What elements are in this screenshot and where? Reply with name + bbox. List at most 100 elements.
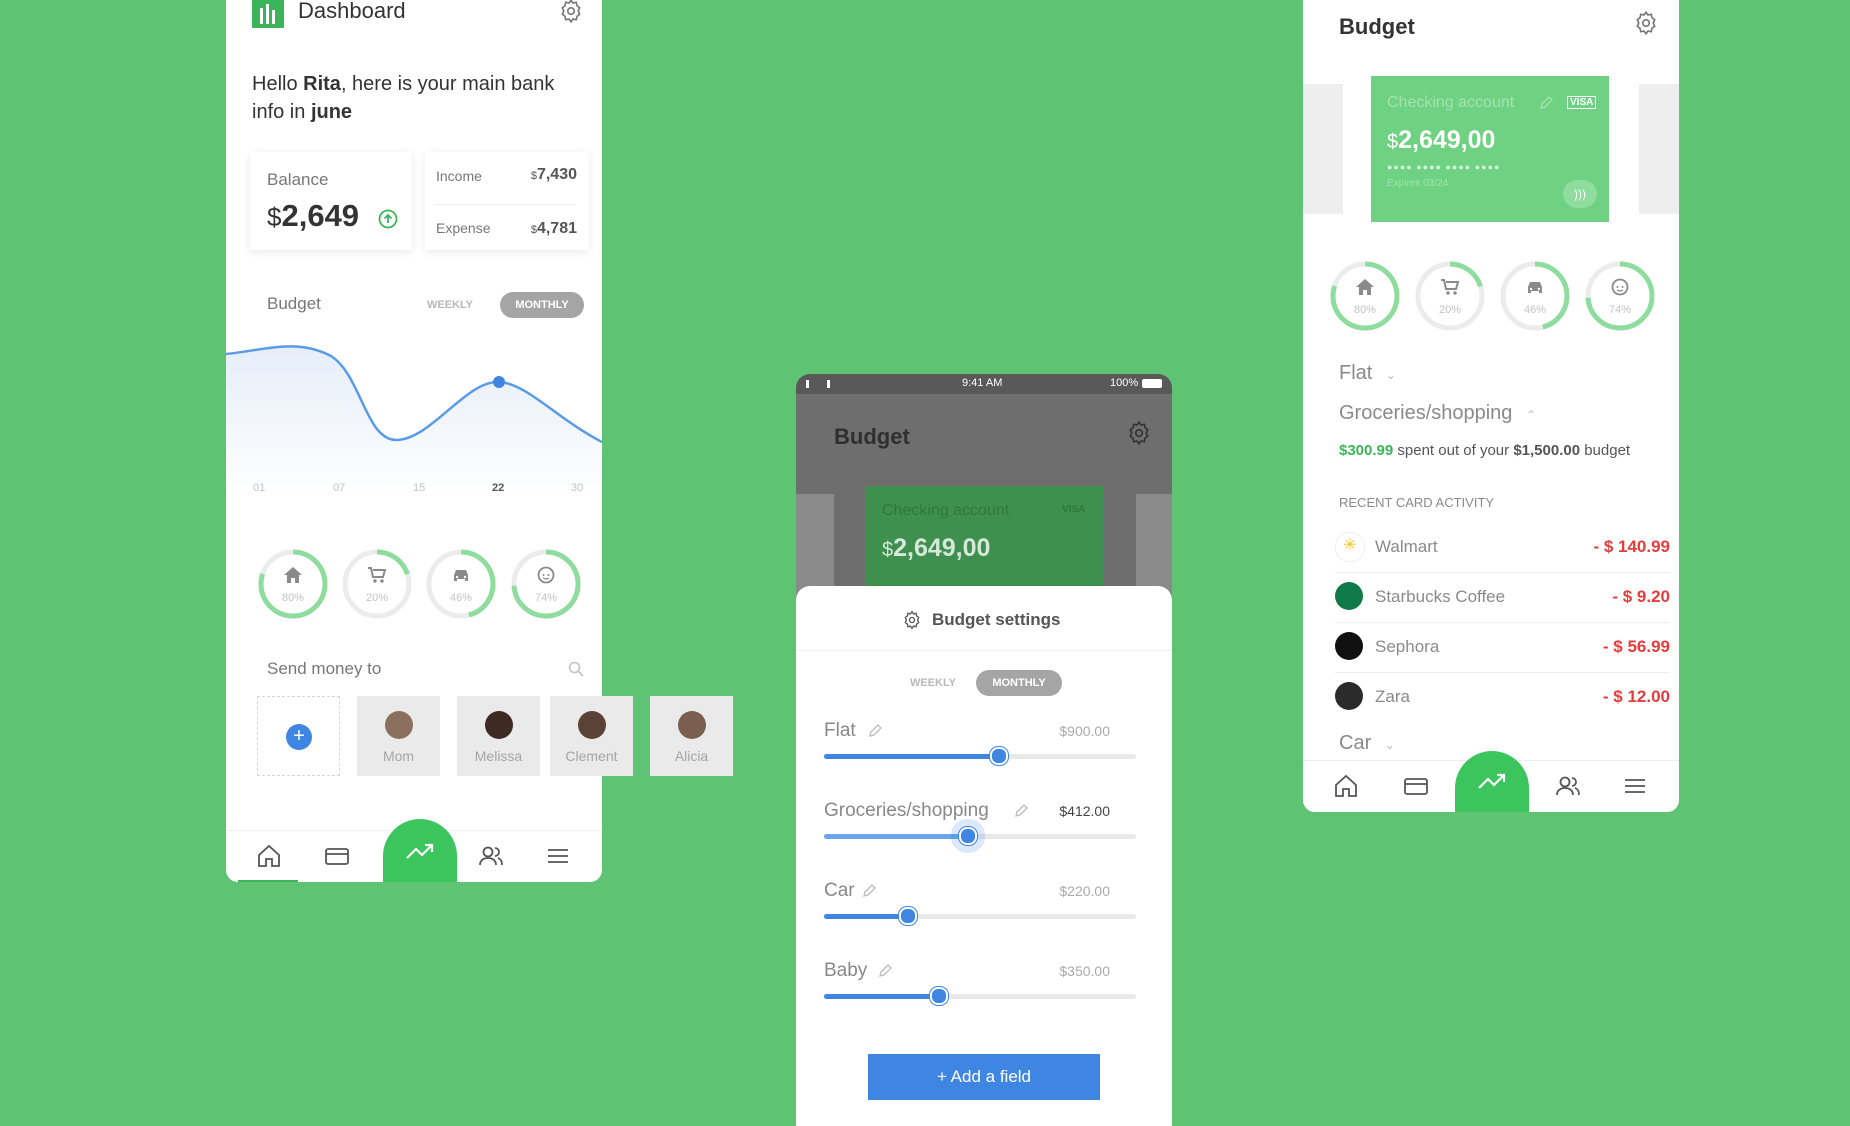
card-peek-right[interactable] (1639, 84, 1679, 214)
cart-icon (1440, 278, 1460, 296)
chart-point-highlight[interactable] (493, 376, 505, 388)
contact-card[interactable]: Mom (357, 696, 440, 776)
slider-handle[interactable] (989, 747, 1008, 765)
add-field-button[interactable]: + Add a field (868, 1054, 1100, 1100)
balance-card: Balance $2,649 (250, 152, 412, 250)
page-title: Dashboard (298, 0, 406, 23)
budget-line-chart (226, 345, 602, 500)
category-flat[interactable]: Flat ⌄ (1339, 362, 1396, 385)
field-amount: $350.00 (1059, 963, 1110, 979)
contact-card[interactable]: Alicia (650, 696, 733, 776)
category-ring-home[interactable]: 80% (1329, 260, 1401, 332)
category-ring-home[interactable]: 80% (257, 548, 329, 620)
trend-up-icon (1477, 771, 1507, 791)
balance-label: Balance (267, 170, 329, 189)
day-tick: 22 (492, 482, 505, 494)
budget-settings-screen: 9:41 AM 100% Budget Checking account VIS… (796, 374, 1172, 1126)
baby-icon (1610, 278, 1630, 296)
contact-card[interactable]: Clement (550, 696, 633, 776)
nav-card-icon[interactable] (1403, 776, 1429, 796)
balance-value: 2,649 (281, 198, 360, 233)
page-title: Budget (1339, 14, 1415, 39)
arrow-up-icon (378, 209, 398, 229)
pencil-icon[interactable] (862, 884, 876, 898)
day-tick: 15 (413, 482, 426, 494)
gear-icon[interactable] (558, 0, 584, 24)
card-balance: $2,649,00 (882, 534, 991, 562)
card-peek-left[interactable] (1303, 84, 1343, 214)
contact-card[interactable]: Melissa (457, 696, 540, 776)
status-battery: 100% (1110, 377, 1139, 389)
category-car[interactable]: Car ⌄ (1339, 732, 1395, 755)
trend-up-icon (405, 841, 435, 861)
add-contact-button[interactable]: + (257, 696, 340, 776)
activity-row[interactable]: Sephora - $ 56.99 (1335, 622, 1670, 673)
gear-icon[interactable] (1633, 10, 1659, 36)
slider-fill (824, 914, 909, 919)
category-ring-baby[interactable]: 74% (1584, 260, 1656, 332)
day-tick: 30 (571, 482, 584, 494)
budget-field: Car $220.00 (824, 880, 1136, 930)
car-icon (451, 566, 471, 584)
nav-home-icon[interactable] (256, 844, 282, 868)
card-number: ●●●● ●●●● ●●●● ●●●● (1387, 162, 1501, 172)
slider-handle[interactable] (899, 907, 918, 925)
home-icon (1355, 278, 1375, 296)
activity-row[interactable]: Zara - $ 12.00 (1335, 672, 1670, 722)
plus-icon: + (286, 724, 312, 750)
nav-stats-button[interactable] (383, 819, 457, 882)
nav-card-icon[interactable] (324, 846, 350, 866)
dashboard-screen: Dashboard Hello Rita, here is your main … (226, 0, 602, 882)
sheet-title: Budget settings (932, 610, 1061, 629)
chevron-down-icon: ⌄ (1385, 368, 1396, 382)
budget-label: Budget (267, 294, 321, 313)
pencil-icon[interactable] (878, 964, 892, 978)
category-groceries[interactable]: Groceries/shopping ⌃ (1339, 402, 1536, 425)
nav-home-icon[interactable] (1333, 774, 1359, 798)
weekly-toggle[interactable]: WEEKLY (414, 292, 486, 318)
car-icon (1525, 278, 1545, 296)
slider-handle[interactable] (930, 987, 949, 1005)
status-time: 9:41 AM (962, 377, 1003, 389)
nav-menu-icon[interactable] (1623, 777, 1647, 795)
pencil-icon[interactable] (868, 724, 882, 738)
weekly-toggle[interactable]: WEEKLY (898, 670, 968, 696)
walmart-logo: ✳ (1335, 532, 1365, 562)
slider-fill (824, 994, 940, 999)
nav-stats-button[interactable] (1455, 751, 1529, 812)
nav-menu-icon[interactable] (546, 847, 570, 865)
gear-icon[interactable] (1126, 420, 1152, 446)
category-ring-car[interactable]: 46% (425, 548, 497, 620)
card-label: Checking account (882, 502, 1010, 519)
signal-icon (806, 380, 830, 388)
page-title: Budget (834, 424, 910, 449)
spend-summary: $300.99 spent out of your $1,500.00 budg… (1339, 442, 1631, 459)
activity-row[interactable]: Starbucks Coffee - $ 9.20 (1335, 572, 1670, 623)
budget-settings-sheet: Budget settings WEEKLY MONTHLY Flat $900… (796, 586, 1172, 1126)
sephora-logo (1335, 632, 1363, 660)
field-name: Groceries/shopping (824, 800, 989, 821)
field-amount: $220.00 (1059, 883, 1110, 899)
search-icon[interactable] (568, 661, 584, 677)
account-card[interactable]: Checking account VISA $2,649,00 ●●●● ●●●… (1371, 76, 1609, 222)
monthly-toggle[interactable]: MONTHLY (976, 670, 1062, 696)
category-ring-car[interactable]: 46% (1499, 260, 1571, 332)
field-name: Flat (824, 720, 856, 741)
bottom-nav (226, 819, 602, 882)
pencil-icon[interactable] (1014, 804, 1028, 818)
activity-row[interactable]: ✳ Walmart - $ 140.99 (1335, 522, 1670, 573)
category-ring-baby[interactable]: 74% (510, 548, 582, 620)
slider-handle[interactable] (958, 827, 977, 845)
settings-gear-icon (902, 610, 922, 630)
pencil-icon[interactable] (1539, 96, 1553, 110)
expense-label: Expense (436, 220, 491, 236)
monthly-toggle[interactable]: MONTHLY (500, 292, 584, 318)
category-ring-shopping[interactable]: 20% (341, 548, 413, 620)
card-brand: VISA (1062, 504, 1086, 515)
send-money-label: Send money to (267, 659, 382, 678)
avatar (385, 711, 413, 739)
nav-people-icon[interactable] (478, 845, 504, 867)
field-name: Car (824, 880, 855, 901)
category-ring-shopping[interactable]: 20% (1414, 260, 1486, 332)
nav-people-icon[interactable] (1555, 775, 1581, 797)
